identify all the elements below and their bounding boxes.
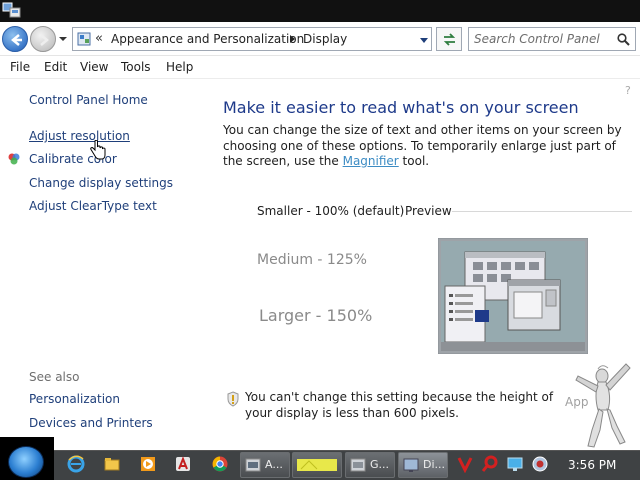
refresh-button[interactable] [436,27,462,51]
breadcrumb-appearance[interactable]: Appearance and Personalization [111,32,304,46]
option-smaller[interactable]: Smaller - 100% (default) [257,204,404,218]
menu-help[interactable]: Help [166,60,193,74]
sidebar-item-devices-printers[interactable]: Devices and Printers [29,416,153,430]
help-icon[interactable]: ? [624,84,634,96]
sidebar-item-control-panel-home[interactable]: Control Panel Home [29,93,148,107]
option-larger[interactable]: Larger - 150% [259,306,372,325]
page-title: Make it easier to read what's on your sc… [223,98,579,117]
search-placeholder: Search Control Panel [474,32,600,46]
hand-cursor-icon [90,140,106,160]
resolution-warning: You can't change this setting because th… [245,390,554,420]
forward-button[interactable] [30,26,56,52]
sidebar-item-personalization[interactable]: Personalization [29,392,120,406]
internet-explorer-icon[interactable] [67,455,85,473]
preview-divider [452,211,632,212]
acrobat-icon[interactable] [174,455,192,473]
window-thumbnail-icon [245,458,261,472]
taskbar-task-2[interactable] [292,452,342,478]
dancer-figure-image [575,363,631,448]
taskbar-task-4-label: Di... [423,458,446,471]
menu-view[interactable]: View [80,60,108,74]
svg-text:?: ? [625,84,631,96]
start-button[interactable] [8,446,44,478]
control-panel-icon [2,2,21,18]
option-medium[interactable]: Medium - 125% [257,252,367,268]
file-explorer-icon[interactable] [103,455,121,473]
see-also-label: See also [29,370,80,384]
breadcrumb-separator-icon[interactable] [289,34,297,44]
refresh-icon [443,33,456,46]
chrome-icon[interactable] [211,455,229,473]
breadcrumb-overflow-icon[interactable]: « [95,31,103,46]
taskbar-task-1[interactable]: A... [240,452,290,478]
menu-edit[interactable]: Edit [44,60,67,74]
page-description: You can change the size of text and othe… [223,123,623,170]
monitor-tray-icon[interactable] [506,455,524,473]
preview-label: Preview [405,204,452,218]
search-input[interactable]: Search Control Panel [468,27,636,51]
taskbar-task-1-label: A... [265,458,283,471]
menu-file[interactable]: File [10,60,30,74]
magnifier-link[interactable]: Magnifier [343,154,399,168]
back-arrow-icon [11,34,22,46]
title-bar [0,0,640,22]
search-icon[interactable] [617,33,630,46]
display-thumbnail-icon [403,458,419,472]
red-v-icon[interactable] [456,455,474,473]
shield-warning-icon [227,391,239,407]
breadcrumb-display[interactable]: Display [303,32,347,46]
sidebar-item-adjust-resolution[interactable]: Adjust resolution [29,129,130,143]
menu-tools[interactable]: Tools [121,60,151,74]
address-dropdown-icon[interactable] [419,37,429,44]
preview-image [438,238,588,354]
taskbar-clock[interactable]: 3:56 PM [568,458,616,472]
taskbar-task-4[interactable]: Di... [398,452,448,478]
taskbar-task-3-label: G... [370,458,390,471]
back-button[interactable] [2,26,28,52]
history-dropdown-icon[interactable] [58,34,68,44]
media-player-icon[interactable] [139,455,157,473]
yellow-app-icon [297,459,337,471]
address-bar[interactable]: « Appearance and Personalization Display [72,27,432,51]
circular-tray-icon[interactable] [531,455,549,473]
sidebar-item-change-display-settings[interactable]: Change display settings [29,176,173,190]
menu-bar: File Edit View Tools Help [0,57,640,79]
window-thumbnail-icon [350,458,366,472]
taskbar-task-3[interactable]: G... [345,452,395,478]
description-text-end: tool. [398,154,430,168]
sidebar-item-adjust-cleartype[interactable]: Adjust ClearType text [29,199,157,213]
address-row: « Appearance and Personalization Display… [0,22,640,56]
calibrate-color-icon [8,153,20,165]
control-panel-small-icon [77,32,91,46]
red-search-icon[interactable] [481,455,499,473]
forward-arrow-icon [40,34,49,46]
